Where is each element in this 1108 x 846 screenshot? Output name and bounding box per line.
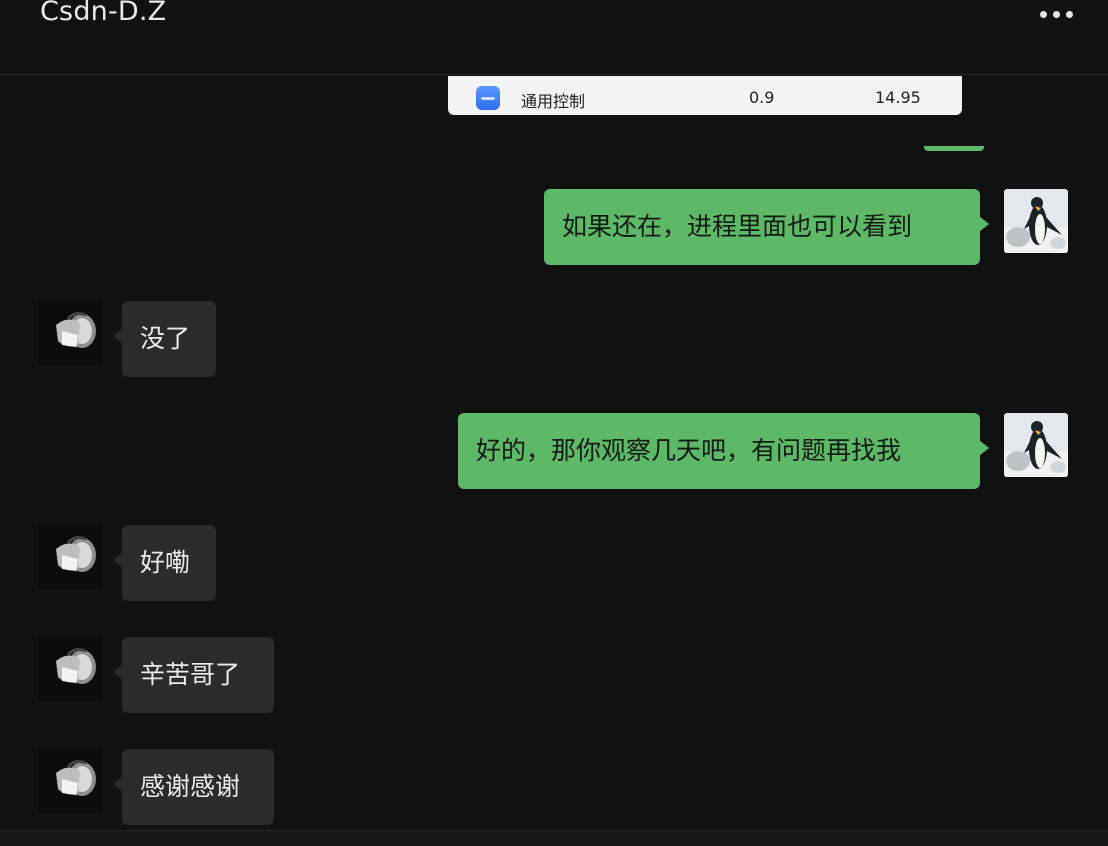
penguin-avatar[interactable]	[1004, 413, 1068, 477]
more-dots-icon	[1039, 10, 1047, 18]
input-bar-edge	[0, 830, 1108, 846]
contact-avatar[interactable]	[38, 525, 102, 589]
chat-window: Csdn-D.Z 通用控制 0.9 14.95 如果还在，进程里面也可以看到 没…	[0, 0, 1108, 846]
contact-avatar[interactable]	[38, 749, 102, 813]
contact-avatar[interactable]	[38, 301, 102, 365]
snippet-value-1: 0.9	[749, 88, 775, 107]
message-bubble[interactable]: 没了	[113, 301, 216, 377]
app-icon	[476, 86, 500, 110]
message-bubble[interactable]: 感谢感谢	[113, 749, 274, 825]
snippet-value-2: 14.95	[875, 88, 921, 107]
penguin-avatar[interactable]	[1004, 189, 1068, 253]
message-list[interactable]: 通用控制 0.9 14.95 如果还在，进程里面也可以看到 没了 好的，那你观察…	[0, 76, 1108, 830]
chat-title: Csdn-D.Z	[40, 0, 167, 27]
more-dots-icon	[1052, 10, 1060, 18]
previous-message-edge	[924, 146, 984, 151]
message-bubble[interactable]: 好嘞	[113, 525, 216, 601]
chat-header: Csdn-D.Z	[0, 0, 1108, 75]
message-bubble[interactable]: 辛苦哥了	[113, 637, 274, 713]
image-message-snippet[interactable]: 通用控制 0.9 14.95	[448, 76, 962, 115]
message-bubble[interactable]: 好的，那你观察几天吧，有问题再找我	[458, 413, 989, 489]
message-bubble[interactable]: 如果还在，进程里面也可以看到	[544, 189, 989, 265]
more-dots-icon	[1065, 10, 1073, 18]
more-options-button[interactable]	[1028, 2, 1084, 26]
contact-avatar[interactable]	[38, 637, 102, 701]
snippet-app-name: 通用控制	[521, 92, 586, 111]
